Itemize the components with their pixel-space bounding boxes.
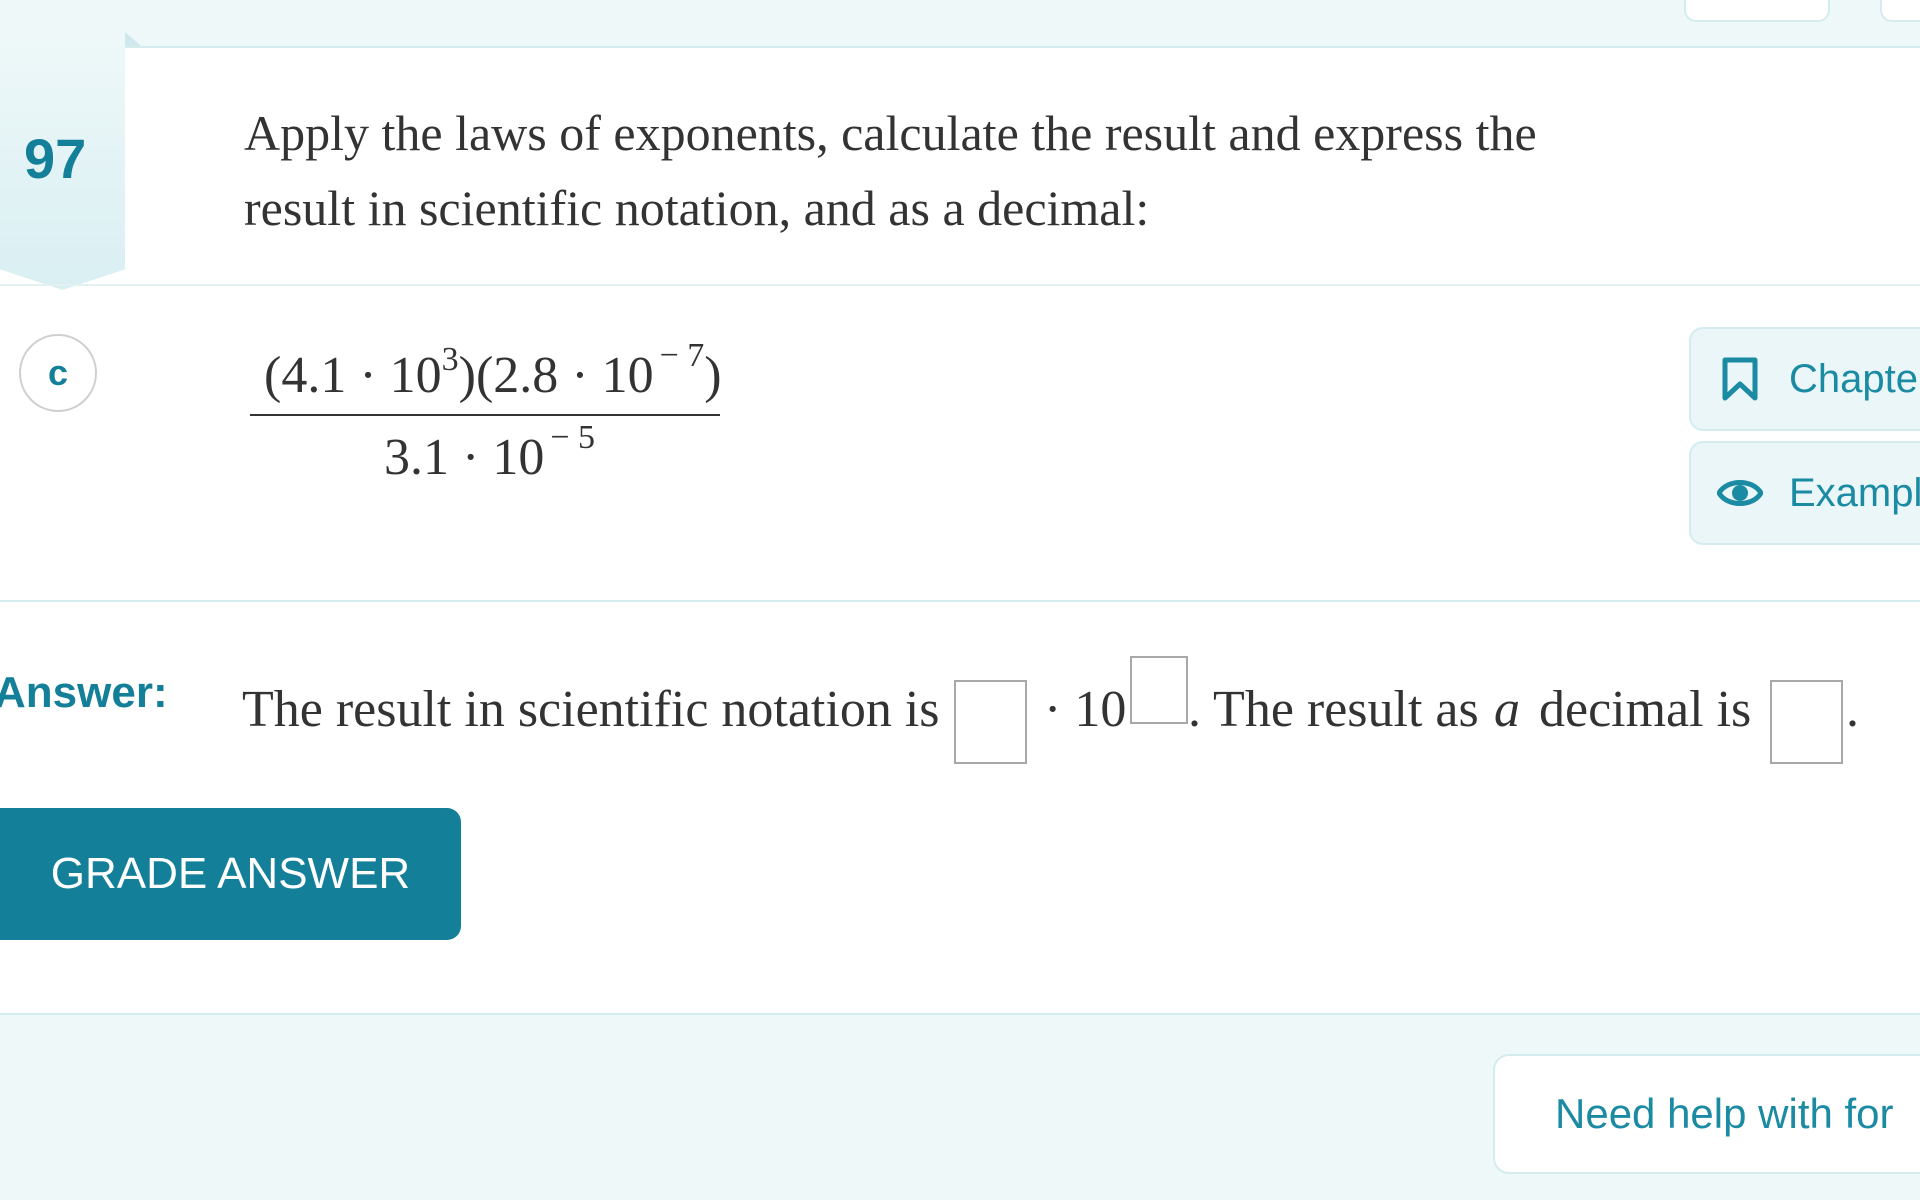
numerator-term-2: )(2.8 · 10 <box>458 347 654 404</box>
part-label: c <box>19 334 97 412</box>
eye-icon <box>1717 480 1763 506</box>
decimal-input[interactable] <box>1770 680 1843 764</box>
prompt-line-2: result in scientific notation, and as a … <box>244 180 1150 236</box>
exponent-input[interactable] <box>1130 656 1188 724</box>
fraction-bar <box>250 414 720 416</box>
numerator-close: ) <box>704 347 722 404</box>
mantissa-input[interactable] <box>954 680 1027 764</box>
numerator-term-1: (4.1 · 10 <box>264 347 442 404</box>
answer-text-middle: . The result as <box>1188 681 1479 738</box>
answer-text-before: The result in scientific notation is <box>242 681 940 738</box>
answer-period: . <box>1846 681 1859 738</box>
grade-answer-button[interactable]: GRADE ANSWER <box>0 808 461 940</box>
prompt-line-1: Apply the laws of exponents, calculate t… <box>244 105 1537 161</box>
bookmark-icon <box>1722 357 1758 401</box>
answer-text-decimal: decimal is <box>1539 681 1752 738</box>
problem-prompt: Apply the laws of exponents, calculate t… <box>244 96 1644 246</box>
answer-italic-a: a <box>1494 681 1520 738</box>
chapter-button-label: Chapter <box>1789 356 1920 401</box>
problem-number: 97 <box>24 127 87 190</box>
fraction-denominator: 3.1 · 10− 5 <box>384 419 595 487</box>
top-tab[interactable] <box>1880 0 1920 22</box>
divider <box>0 600 1920 602</box>
example-button-label: Example <box>1789 470 1920 515</box>
top-strip <box>0 0 1920 48</box>
exponent-2: − 7 <box>659 337 705 374</box>
fraction-numerator: (4.1 · 103)(2.8 · 10− 7) <box>264 337 722 405</box>
chapter-button[interactable]: Chapter <box>1689 327 1920 431</box>
exponent-1: 3 <box>441 341 459 378</box>
divider <box>0 284 1920 286</box>
help-button[interactable]: Need help with for <box>1493 1054 1920 1174</box>
denominator-base: 3.1 · 10 <box>384 429 545 486</box>
top-tab[interactable] <box>1684 0 1830 22</box>
page: 97 Apply the laws of exponents, calculat… <box>0 0 1920 1200</box>
answer-label: Answer: <box>0 668 168 717</box>
times-ten: · 10 <box>1044 681 1127 738</box>
example-button[interactable]: Example <box>1689 441 1920 545</box>
denominator-exponent: − 5 <box>550 419 596 456</box>
